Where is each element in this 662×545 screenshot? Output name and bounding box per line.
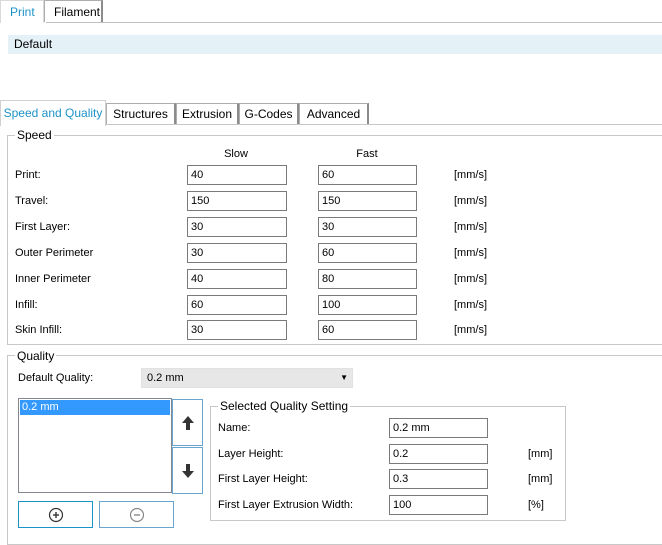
- tab-extrusion[interactable]: Extrusion: [176, 103, 239, 125]
- move-down-button[interactable]: [172, 447, 203, 494]
- tab-print-label: Print: [10, 5, 35, 19]
- travel-slow-input[interactable]: 150: [187, 191, 287, 211]
- row-label: Print:: [15, 169, 41, 181]
- remove-circle-icon: [129, 507, 144, 522]
- fast-column-header: Fast: [356, 148, 378, 160]
- add-circle-icon: [48, 507, 63, 522]
- dropdown-value: 0.2 mm: [147, 372, 184, 384]
- tab-advanced[interactable]: Advanced: [299, 103, 369, 125]
- unit-label: [mm/s]: [454, 273, 487, 285]
- unit-label: [mm]: [528, 473, 553, 485]
- infill-slow-input[interactable]: 60: [187, 295, 287, 315]
- row-label: Outer Perimeter: [15, 247, 94, 259]
- unit-label: [mm/s]: [454, 195, 487, 207]
- tab-label: Extrusion: [181, 107, 233, 121]
- row-label: Skin Infill:: [15, 324, 63, 336]
- first-layer-extrusion-width-label: First Layer Extrusion Width:: [218, 499, 354, 511]
- unit-label: [mm/s]: [454, 324, 487, 336]
- profile-list-item[interactable]: Default: [8, 35, 662, 54]
- first-layer-extrusion-width-input[interactable]: 100: [389, 495, 488, 515]
- first-layer-height-input[interactable]: 0.3: [389, 469, 488, 489]
- skin-infill-slow-input[interactable]: 30: [187, 320, 287, 340]
- row-label: Infill:: [15, 299, 38, 311]
- inner-perimeter-fast-input[interactable]: 80: [318, 269, 417, 289]
- top-tab-divider: [46, 22, 662, 23]
- print-slow-input[interactable]: 40: [187, 165, 287, 185]
- tab-structures[interactable]: Structures: [106, 103, 176, 125]
- slow-column-header: Slow: [224, 148, 248, 160]
- row-label: Travel:: [15, 195, 49, 207]
- tab-label: Structures: [113, 107, 168, 121]
- layer-height-label: Layer Height:: [218, 448, 284, 460]
- unit-label: [%]: [528, 499, 544, 511]
- row-label: First Layer:: [15, 221, 71, 233]
- tab-filament-label: Filament: [54, 5, 101, 19]
- unit-label: [mm/s]: [454, 221, 487, 233]
- selected-quality-setting-title: Selected Quality Setting: [218, 399, 351, 413]
- tab-print[interactable]: Print: [0, 0, 44, 23]
- outer-perimeter-slow-input[interactable]: 30: [187, 243, 287, 263]
- profile-name: Default: [14, 37, 53, 51]
- skin-infill-fast-input[interactable]: 60: [318, 320, 417, 340]
- outer-perimeter-fast-input[interactable]: 60: [318, 243, 417, 263]
- remove-quality-button[interactable]: [99, 501, 174, 528]
- arrow-up-icon: [181, 415, 194, 430]
- default-quality-label: Default Quality:: [18, 372, 94, 384]
- unit-label: [mm/s]: [454, 299, 487, 311]
- move-up-button[interactable]: [172, 399, 203, 446]
- first-layer-fast-input[interactable]: 30: [318, 217, 417, 237]
- tab-speed-and-quality[interactable]: Speed and Quality: [0, 100, 106, 126]
- add-quality-button[interactable]: [18, 501, 93, 528]
- travel-fast-input[interactable]: 150: [318, 191, 417, 211]
- inner-perimeter-slow-input[interactable]: 40: [187, 269, 287, 289]
- list-item[interactable]: 0.2 mm: [20, 400, 170, 415]
- infill-fast-input[interactable]: 100: [318, 295, 417, 315]
- unit-label: [mm/s]: [454, 169, 487, 181]
- name-label: Name:: [218, 422, 251, 434]
- unit-label: [mm]: [528, 448, 553, 460]
- chevron-down-icon: ▼: [340, 373, 348, 382]
- tab-g-codes[interactable]: G-Codes: [239, 103, 299, 125]
- quality-group-title: Quality: [15, 349, 57, 363]
- tab-label: Speed and Quality: [3, 106, 103, 120]
- print-fast-input[interactable]: 60: [318, 165, 417, 185]
- first-layer-height-label: First Layer Height:: [218, 473, 308, 485]
- sub-tab-divider: [105, 124, 662, 125]
- speed-group-title: Speed: [15, 128, 54, 142]
- first-layer-slow-input[interactable]: 30: [187, 217, 287, 237]
- quality-name-input[interactable]: 0.2 mm: [389, 418, 488, 438]
- default-quality-dropdown[interactable]: 0.2 mm ▼: [141, 368, 353, 388]
- unit-label: [mm/s]: [454, 247, 487, 259]
- row-label: Inner Perimeter: [15, 273, 91, 285]
- quality-list[interactable]: 0.2 mm: [18, 398, 172, 493]
- tab-filament[interactable]: Filament: [44, 0, 103, 22]
- layer-height-input[interactable]: 0.2: [389, 444, 488, 464]
- arrow-down-icon: [181, 463, 194, 478]
- tab-label: Advanced: [306, 107, 361, 121]
- tab-label: G-Codes: [244, 107, 293, 121]
